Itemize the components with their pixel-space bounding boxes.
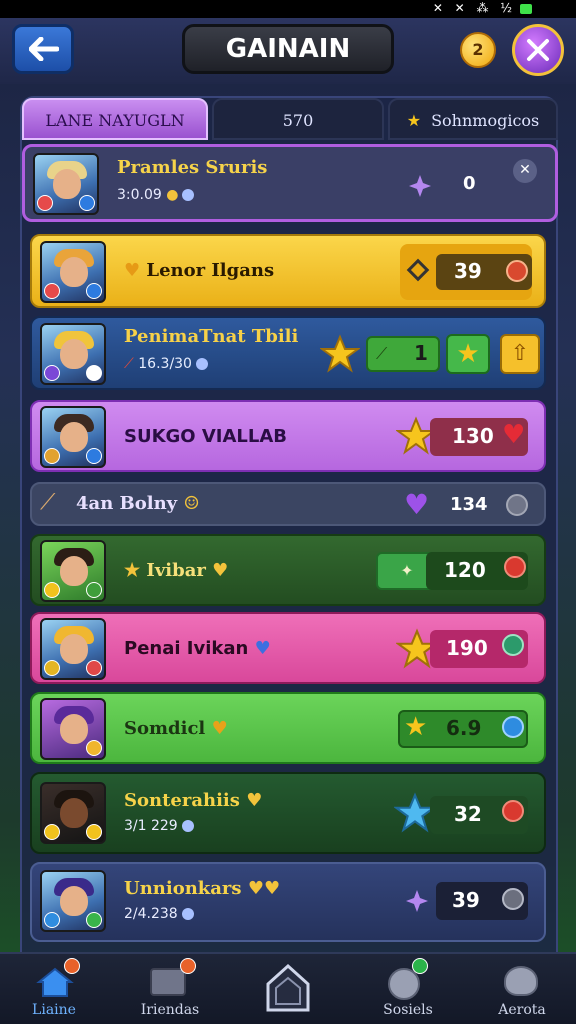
score-value: 0 — [463, 173, 476, 194]
status-icons: ✕ ✕ ⁂ ½ — [432, 1, 516, 15]
score-value: 1 — [414, 341, 428, 365]
nav-home[interactable]: Liaine — [4, 958, 104, 1022]
player-stat: ⟋ 16.3/30 — [124, 356, 208, 372]
avatar — [40, 782, 106, 844]
notification-dot — [180, 958, 196, 974]
nav-aerota[interactable]: Aerota — [472, 958, 572, 1022]
shield-icon — [506, 260, 528, 282]
tab-label: Sohnmogicos — [431, 111, 540, 130]
player-name: Somdicl ♥ — [124, 718, 228, 739]
player-name: Penai Ivikan ♥ — [124, 638, 271, 659]
list-item[interactable]: Penai Ivikan ♥ 190 — [30, 612, 546, 684]
tab-sohnmogicos[interactable]: ★ Sohnmogicos — [388, 98, 558, 140]
sparkle-icon — [409, 175, 431, 197]
player-name: Pramles Sruris — [117, 157, 268, 178]
player-name: 4an Bolny ☺ — [76, 493, 200, 514]
top-bar: GAINAIN 2 — [0, 18, 576, 84]
avatar — [40, 540, 106, 602]
score-value: 6.9 — [446, 716, 482, 740]
player-name: Sonterahiis ♥ — [124, 790, 263, 811]
player-stat: 3:0.09 ● — [117, 187, 195, 203]
player-name: ♥ Lenor Ilgans — [124, 260, 275, 281]
close-icon[interactable]: ✕ — [513, 159, 537, 183]
nav-friends[interactable]: Iriendas — [120, 958, 220, 1022]
score-value: 32 — [454, 802, 482, 826]
badge-icon — [502, 634, 524, 656]
star-button[interactable]: ★ — [446, 334, 490, 374]
list-item[interactable]: Unnionkars ♥♥ 2/4.238 39 — [30, 862, 546, 942]
list-item[interactable]: ⟋ 4an Bolny ☺ ♥ 134 — [30, 482, 546, 526]
score-value: 39 — [454, 259, 482, 283]
list-item[interactable]: Sonterahiis ♥ 3/1 229 32 — [30, 772, 546, 854]
magic-orb-icon[interactable] — [512, 24, 564, 76]
coin-counter[interactable]: 2 — [460, 32, 496, 68]
avatar — [40, 241, 106, 303]
chest-icon — [150, 968, 186, 996]
score-value: 130 — [452, 424, 494, 448]
shield-icon — [504, 556, 526, 578]
battery-icon — [520, 4, 532, 14]
sword-icon: ⟋ — [40, 490, 56, 515]
score-value: 39 — [452, 888, 480, 912]
nav-label: Iriendas — [140, 1002, 200, 1018]
list-item[interactable]: Somdicl ♥ ★ 6.9 — [30, 692, 546, 764]
nav-label: Sosiels — [383, 1002, 433, 1018]
home-outline-icon — [266, 963, 310, 1012]
chat-icon — [504, 966, 538, 996]
nav-socials[interactable]: Sosiels — [358, 958, 458, 1022]
avatar — [40, 698, 106, 760]
player-name: Unnionkars ♥♥ — [124, 878, 281, 899]
list-item[interactable]: Pramles Sruris 3:0.09 ● 0 ✕ — [22, 144, 558, 222]
score-value: 134 — [450, 494, 488, 515]
list-item[interactable]: PenimaTnat Tbili ⟋ 16.3/30 ⟋ 1 ★ ⇧ — [30, 316, 546, 390]
player-name: PenimaTnat Tbili — [124, 326, 299, 347]
player-stat: 2/4.238 — [124, 906, 194, 922]
player-stat: 3/1 229 — [124, 818, 194, 834]
status-bar: ✕ ✕ ⁂ ½ — [0, 0, 576, 18]
sparkle-icon — [527, 39, 549, 61]
heart-icon: ♥ — [404, 488, 430, 521]
tab-lane[interactable]: LANE NAYUGLN — [22, 98, 208, 140]
star-icon — [320, 334, 360, 373]
star-icon: ★ — [404, 712, 428, 742]
star-icon: ★ — [406, 111, 422, 130]
list-item[interactable]: ♥ Lenor Ilgans 39 — [30, 234, 546, 308]
nav-label: Liaine — [32, 1002, 76, 1018]
arrow-left-icon — [29, 37, 59, 61]
tab-bar: LANE NAYUGLN 570 ★ Sohnmogicos — [22, 98, 558, 142]
notification-dot — [64, 958, 80, 974]
shield-icon — [502, 800, 524, 822]
up-arrow-button[interactable]: ⇧ — [500, 334, 540, 374]
avatar — [40, 406, 106, 468]
bottom-nav: Liaine Iriendas Sosiels Aerota — [0, 952, 576, 1024]
list-item[interactable]: ★ Ivibar ♥ ✦ 120 — [30, 534, 546, 606]
list-item[interactable]: SUKGO VIALLAB 130 ♥ — [30, 400, 546, 472]
score-value: 120 — [444, 558, 486, 582]
player-name: SUKGO VIALLAB — [124, 426, 288, 447]
sparkle-icon — [406, 890, 428, 912]
avatar — [40, 870, 106, 932]
pencil-icon: ⟋ — [376, 344, 388, 363]
player-name: ★ Ivibar ♥ — [124, 560, 229, 581]
nav-label: Aerota — [498, 1002, 546, 1018]
shield-icon — [506, 494, 528, 516]
shield-icon — [502, 888, 524, 910]
page-title: GAINAIN — [182, 24, 394, 74]
nav-center[interactable] — [238, 958, 338, 1022]
heart-icon: ♥ — [502, 420, 526, 450]
avatar — [40, 323, 106, 385]
notification-dot — [412, 958, 428, 974]
back-button[interactable] — [12, 24, 74, 74]
score-value: 190 — [446, 636, 488, 660]
avatar — [40, 618, 106, 680]
tab-score[interactable]: 570 — [212, 98, 384, 140]
orb-icon — [502, 716, 524, 738]
avatar — [33, 153, 99, 215]
